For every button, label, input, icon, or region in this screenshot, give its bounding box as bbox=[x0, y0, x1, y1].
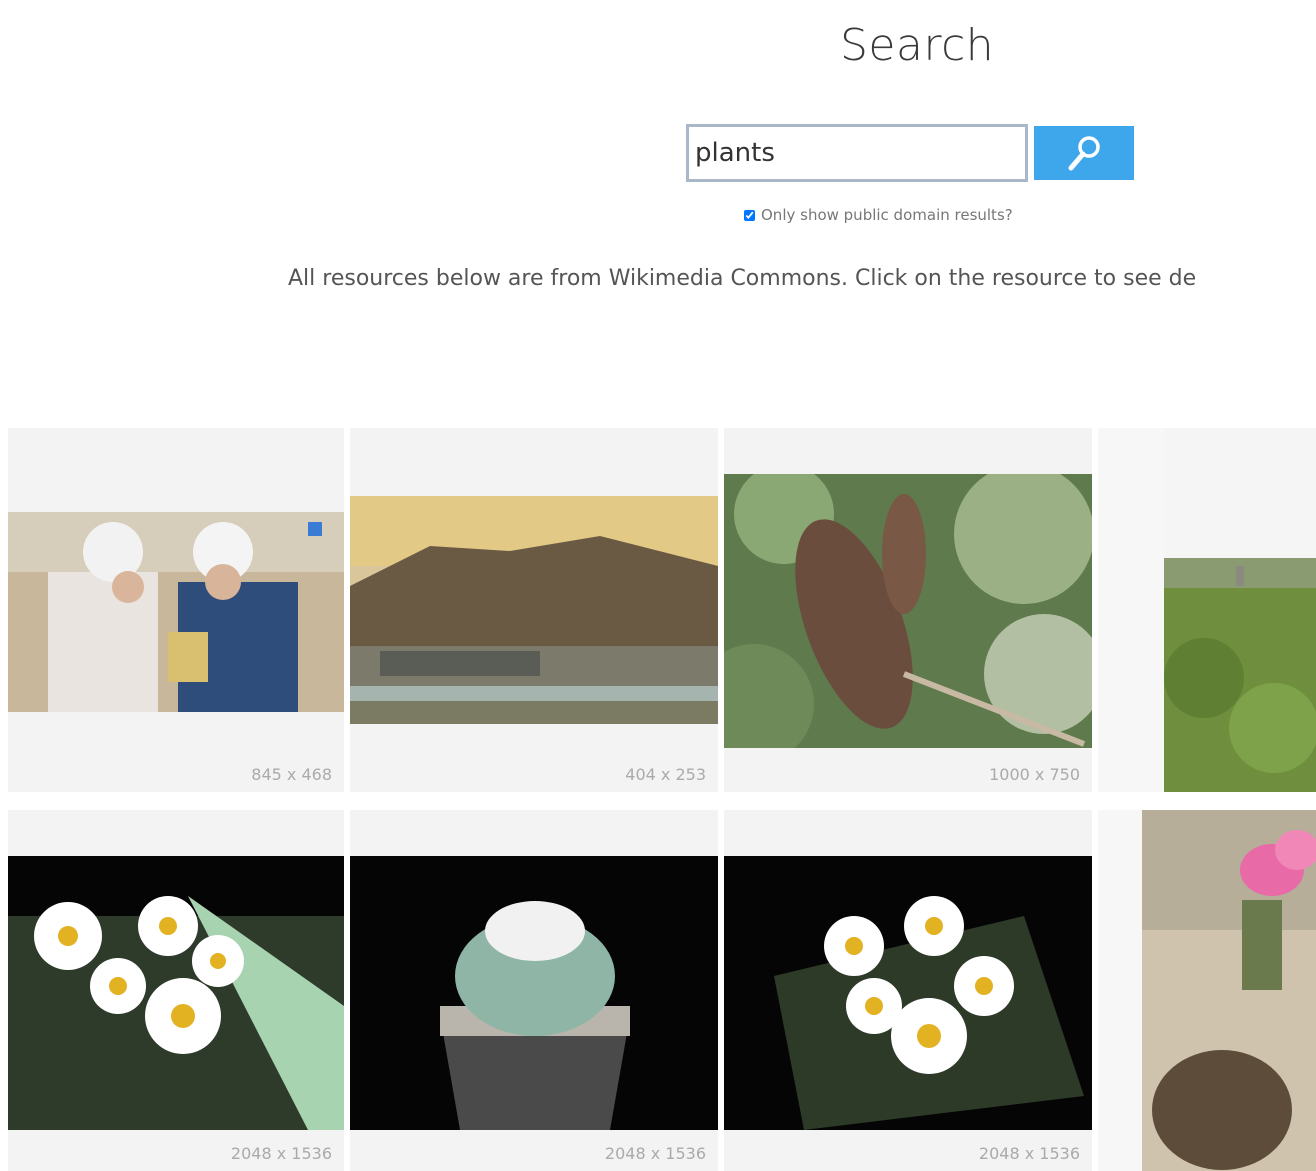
result-thumbnail[interactable] bbox=[350, 496, 718, 724]
result-thumbnail[interactable] bbox=[1142, 810, 1316, 1171]
result-card[interactable]: 2048 x 1536 bbox=[724, 810, 1092, 1171]
result-card[interactable]: 845 x 468 bbox=[8, 428, 344, 792]
result-size: 404 x 253 bbox=[625, 765, 706, 784]
public-domain-filter[interactable]: Only show public domain results? bbox=[744, 206, 1013, 224]
public-domain-label: Only show public domain results? bbox=[761, 206, 1013, 224]
search-button[interactable] bbox=[1034, 126, 1134, 180]
result-size: 845 x 468 bbox=[251, 765, 332, 784]
results-grid: 845 x 468 404 x 253 1000 x 750 2048 x 15… bbox=[0, 428, 1316, 1171]
public-domain-checkbox[interactable] bbox=[744, 209, 755, 221]
result-card[interactable] bbox=[1098, 810, 1316, 1171]
result-card[interactable]: 1000 x 750 bbox=[724, 428, 1092, 792]
result-card[interactable]: 404 x 253 bbox=[350, 428, 718, 792]
search-input[interactable] bbox=[686, 124, 1028, 182]
result-size: 1000 x 750 bbox=[989, 765, 1080, 784]
result-thumbnail[interactable] bbox=[724, 474, 1092, 748]
page-title: Search bbox=[840, 20, 995, 71]
result-size: 2048 x 1536 bbox=[604, 1144, 706, 1163]
result-size: 2048 x 1536 bbox=[978, 1144, 1080, 1163]
result-size: 2048 x 1536 bbox=[230, 1144, 332, 1163]
result-thumbnail[interactable] bbox=[1164, 428, 1316, 792]
result-thumbnail[interactable] bbox=[350, 856, 718, 1130]
result-card[interactable] bbox=[1098, 428, 1316, 792]
resources-notice: All resources below are from Wikimedia C… bbox=[288, 266, 1197, 291]
result-thumbnail[interactable] bbox=[8, 512, 344, 712]
search-bar bbox=[686, 124, 1134, 182]
result-thumbnail[interactable] bbox=[724, 856, 1092, 1130]
result-thumbnail[interactable] bbox=[8, 856, 344, 1130]
result-card[interactable]: 2048 x 1536 bbox=[350, 810, 718, 1171]
search-icon bbox=[1068, 136, 1100, 171]
result-card[interactable]: 2048 x 1536 bbox=[8, 810, 344, 1171]
